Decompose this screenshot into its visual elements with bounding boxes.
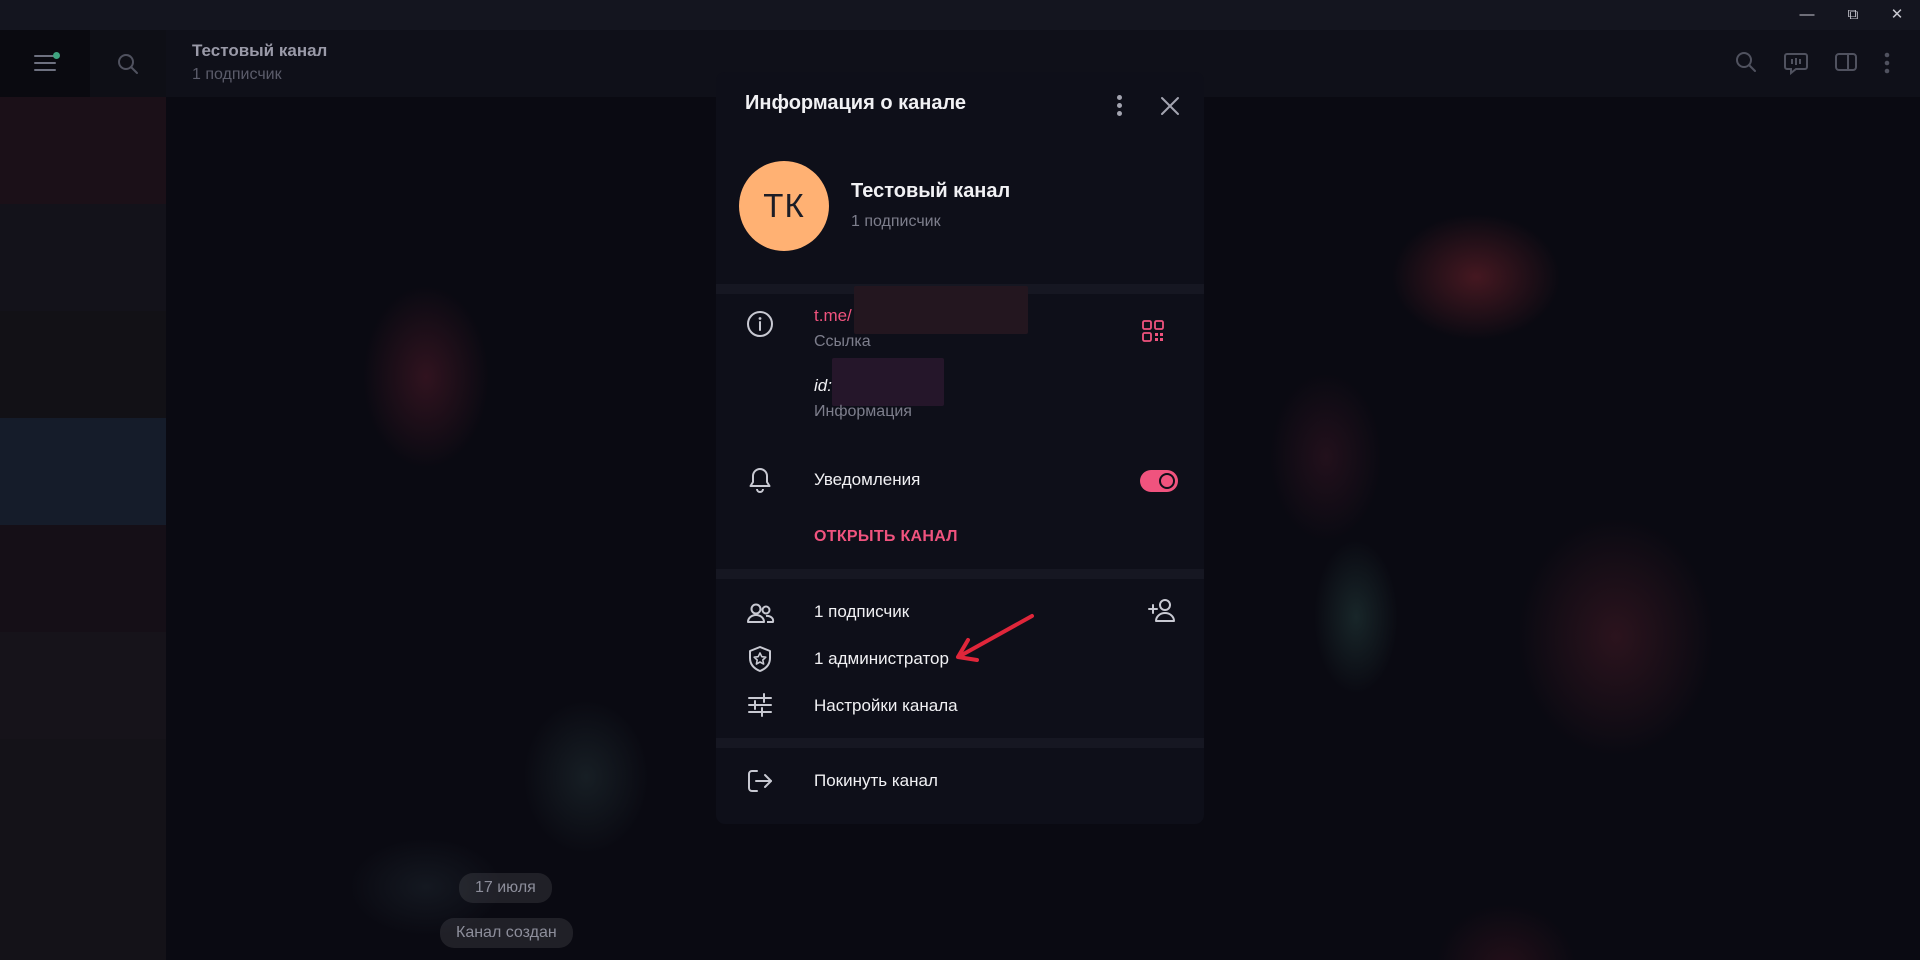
search-icon[interactable]: [116, 52, 140, 76]
channel-info-dialog: Информация о канале ТК Тестовый канал 1 …: [716, 72, 1204, 824]
restore-button[interactable]: ⧉: [1830, 0, 1876, 30]
sidebar-toggle-icon[interactable]: [1834, 50, 1858, 74]
qr-code-icon[interactable]: [1142, 320, 1164, 342]
more-dot: [1117, 95, 1122, 100]
channel-settings-item[interactable]: Настройки канала: [814, 696, 958, 716]
more-dot: [1117, 103, 1122, 108]
subscribers-icon: [747, 603, 775, 623]
menu-bar: [34, 69, 56, 71]
chat-list-item[interactable]: [0, 525, 166, 632]
unread-indicator-dot: [53, 52, 60, 59]
chat-list-item[interactable]: [0, 632, 166, 739]
close-icon[interactable]: [1158, 94, 1182, 118]
administrators-item[interactable]: 1 администратор: [814, 649, 949, 669]
service-message: Канал создан: [440, 918, 573, 948]
toggle-knob: [1159, 473, 1175, 489]
chat-list-item[interactable]: [0, 418, 166, 525]
date-pill: 17 июля: [459, 873, 552, 903]
info-icon: [747, 311, 773, 337]
chat-list-item[interactable]: [0, 846, 166, 960]
redacted-link-mask: [854, 286, 1028, 334]
app-window: — ⧉ ✕ Тестовый канал 1 подписчик 17 июля…: [0, 0, 1920, 960]
chat-list-item[interactable]: [0, 97, 166, 204]
leave-icon: [748, 770, 772, 792]
settings-sliders-icon: [748, 693, 772, 717]
window-title-bar: — ⧉ ✕: [0, 0, 1920, 30]
section-divider: [716, 738, 1204, 748]
chat-title: Тестовый канал: [192, 41, 328, 60]
redacted-id-mask: [832, 358, 944, 406]
chat-list-header: [0, 30, 166, 97]
section-divider: [716, 569, 1204, 579]
dialog-title: Информация о канале: [745, 92, 967, 114]
add-user-icon[interactable]: [1148, 595, 1178, 625]
chat-list-item[interactable]: [0, 311, 166, 418]
main-menu-button[interactable]: [0, 30, 90, 97]
more-icon[interactable]: [1110, 94, 1130, 118]
channel-link[interactable]: t.me/: [814, 306, 852, 326]
admin-shield-icon: [749, 646, 771, 672]
chat-list-item[interactable]: [0, 204, 166, 311]
channel-subscriber-count: 1 подписчик: [851, 213, 941, 230]
bell-icon: [749, 468, 771, 493]
more-icon[interactable]: [1881, 50, 1893, 76]
channel-avatar[interactable]: ТК: [739, 161, 829, 251]
open-channel-button[interactable]: ОТКРЫТЬ КАНАЛ: [814, 528, 958, 546]
subscribers-item[interactable]: 1 подписчик: [814, 602, 909, 622]
minimize-button[interactable]: —: [1784, 0, 1830, 30]
annotation-arrow-icon: [956, 614, 1034, 662]
link-caption: Ссылка: [814, 333, 871, 350]
leave-channel-item[interactable]: Покинуть канал: [814, 771, 938, 791]
id-caption: Информация: [814, 403, 912, 420]
live-stream-icon[interactable]: [1783, 50, 1809, 76]
notifications-toggle[interactable]: [1140, 470, 1178, 492]
notifications-label: Уведомления: [814, 470, 921, 489]
channel-name: Тестовый канал: [851, 180, 1011, 202]
chat-subtitle: 1 подписчик: [192, 66, 282, 83]
chat-list-item[interactable]: [0, 739, 166, 846]
menu-bar: [34, 62, 56, 64]
channel-id[interactable]: id:: [814, 376, 832, 396]
chat-list-panel: [0, 30, 166, 960]
more-dot: [1117, 111, 1122, 116]
close-window-button[interactable]: ✕: [1874, 0, 1920, 30]
search-icon[interactable]: [1734, 50, 1758, 74]
